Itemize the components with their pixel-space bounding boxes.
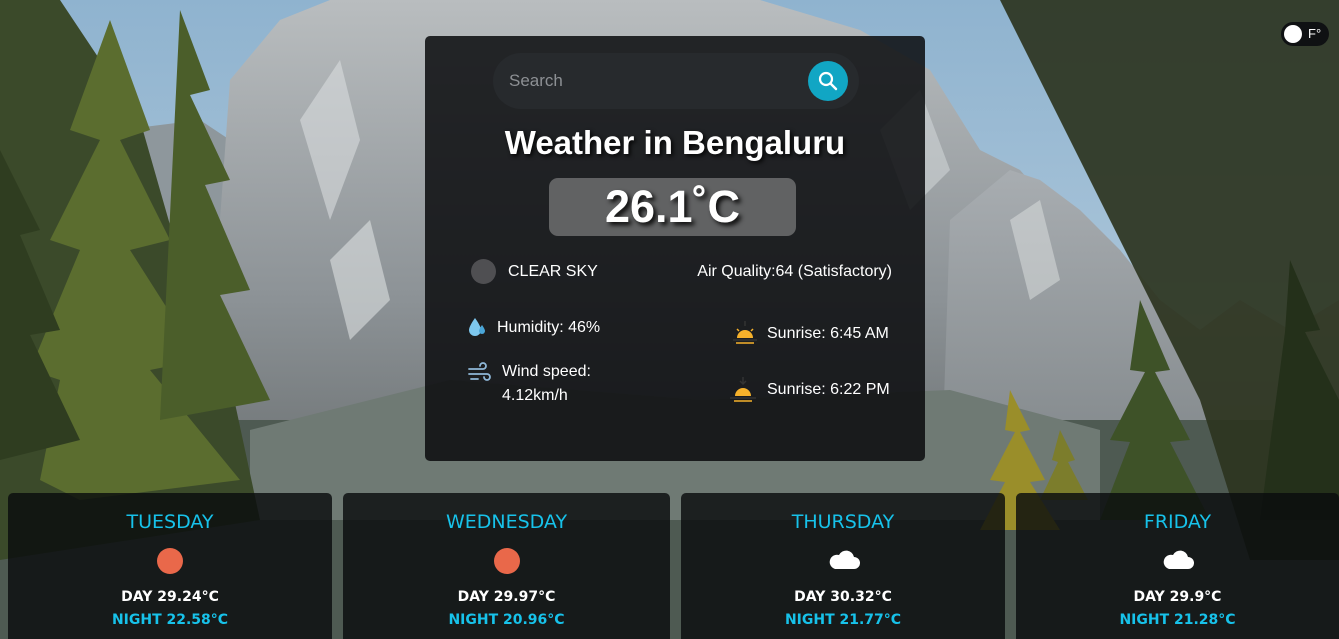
forecast-day: WEDNESDAY xyxy=(445,511,568,533)
forecast-day-temp: DAY 29.97°C xyxy=(457,589,556,605)
humidity-text: Humidity: 46% xyxy=(497,319,601,336)
forecast-day: TUESDAY xyxy=(126,511,214,533)
search-bar xyxy=(493,53,859,109)
temperature-value: 26.1˚C xyxy=(604,181,741,232)
forecast-card-thursday: THURSDAY DAY 30.32°C NIGHT 21.77°C xyxy=(681,493,1005,639)
toggle-knob xyxy=(1284,25,1302,43)
forecast-night-temp: NIGHT 21.77°C xyxy=(784,612,902,628)
sunset-text: Sunrise: 6:22 PM xyxy=(767,381,890,398)
condition-icon xyxy=(471,259,496,284)
unit-toggle[interactable]: F° xyxy=(1281,22,1329,46)
temperature-box: 26.1˚C xyxy=(549,178,796,236)
forecast-night-temp: NIGHT 22.58°C xyxy=(111,612,229,628)
sunrise-text: Sunrise: 6:45 AM xyxy=(767,325,889,342)
forecast-day: THURSDAY xyxy=(791,511,895,533)
search-input[interactable] xyxy=(509,67,799,95)
forecast-day-temp: DAY 30.32°C xyxy=(794,589,892,605)
forecast-card-wednesday: WEDNESDAY DAY 29.97°C NIGHT 20.96°C xyxy=(343,493,670,639)
forecast-card-friday: FRIDAY DAY 29.9°C NIGHT 21.28°C xyxy=(1016,493,1339,639)
sun-icon xyxy=(494,548,520,574)
humidity-icon xyxy=(469,318,485,336)
forecast-card-tuesday: TUESDAY DAY 29.24°C NIGHT 22.58°C xyxy=(8,493,332,639)
wind-icon xyxy=(468,362,491,381)
sunrise-icon xyxy=(733,321,757,344)
sun-icon xyxy=(157,548,183,574)
cloud-icon xyxy=(1163,550,1194,569)
city-title: Weather in Bengaluru xyxy=(504,124,846,161)
wind-value: 4.12km/h xyxy=(502,387,568,404)
air-quality: Air Quality:64 (Satisfactory) xyxy=(697,263,892,280)
sunset-icon xyxy=(730,377,756,402)
cloud-icon xyxy=(829,550,860,569)
forecast-night-temp: NIGHT 21.28°C xyxy=(1119,612,1236,628)
forecast-day-temp: DAY 29.24°C xyxy=(121,589,219,605)
search-button[interactable] xyxy=(808,61,848,101)
forecast-night-temp: NIGHT 20.96°C xyxy=(448,612,565,628)
forecast-day: FRIDAY xyxy=(1143,511,1212,533)
forecast-day-temp: DAY 29.9°C xyxy=(1133,589,1222,605)
condition-text: CLEAR SKY xyxy=(508,263,598,280)
weather-card: Weather in Bengaluru 26.1˚C CLEAR SKY Ai… xyxy=(425,36,925,461)
wind-label: Wind speed: xyxy=(502,363,591,380)
search-icon xyxy=(818,71,838,91)
unit-toggle-label: F° xyxy=(1308,26,1322,41)
